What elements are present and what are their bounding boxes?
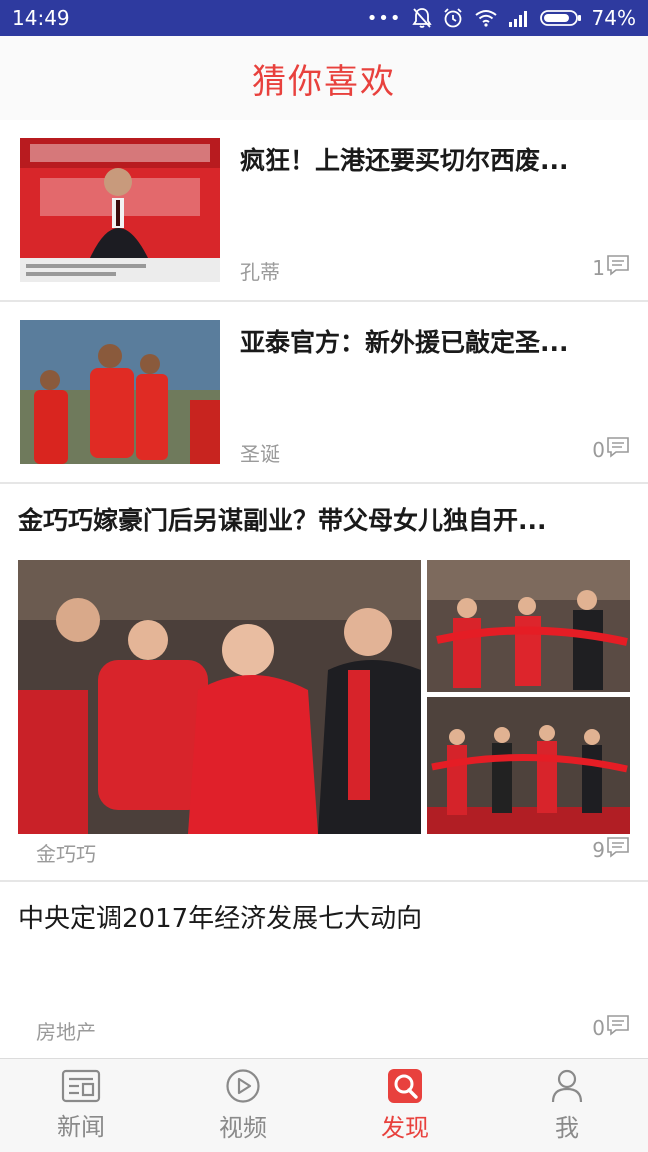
- news-feed[interactable]: 疯狂！上港还要买切尔西废... 孔蒂 1 亚泰官方：新外援已敲定圣... 圣诞 …: [0, 120, 648, 1058]
- news-icon: [61, 1069, 101, 1103]
- news-source: 圣诞: [240, 442, 280, 466]
- nav-label-news: 新闻: [57, 1113, 105, 1141]
- news-item[interactable]: 中央定调2017年经济发展七大动向 房地产 0: [0, 882, 648, 1058]
- user-icon: [550, 1068, 584, 1104]
- nav-label-discover: 发现: [381, 1114, 429, 1142]
- nav-item-video[interactable]: 视频: [162, 1059, 324, 1152]
- bottom-nav: 新闻 视频 发现 我: [0, 1058, 648, 1152]
- video-play-icon: [225, 1068, 261, 1104]
- comment-count-value: 0: [592, 437, 605, 462]
- news-item[interactable]: 亚泰官方：新外援已敲定圣... 圣诞 0: [0, 302, 648, 484]
- comment-count[interactable]: 1: [592, 254, 630, 281]
- bell-muted-icon: [411, 7, 432, 29]
- comment-count[interactable]: 0: [592, 1014, 630, 1041]
- battery-icon: [539, 9, 582, 27]
- news-image-main: [18, 560, 421, 834]
- news-source: 孔蒂: [240, 260, 280, 284]
- news-title[interactable]: 疯狂！上港还要买切尔西废...: [240, 144, 620, 178]
- wifi-icon: [474, 9, 498, 27]
- nav-label-me: 我: [555, 1114, 579, 1142]
- alarm-icon: [442, 7, 464, 29]
- news-title[interactable]: 中央定调2017年经济发展七大动向: [18, 902, 630, 936]
- nav-item-news[interactable]: 新闻: [0, 1059, 162, 1152]
- comment-icon: [606, 1014, 630, 1041]
- nav-label-video: 视频: [219, 1114, 267, 1142]
- comment-count-value: 1: [592, 255, 605, 280]
- news-source: 房地产: [36, 1020, 96, 1044]
- signal-icon: [508, 9, 530, 27]
- page-title: 猜你喜欢: [252, 61, 396, 102]
- news-title[interactable]: 亚泰官方：新外援已敲定圣...: [240, 326, 620, 360]
- news-image-side: [427, 697, 630, 834]
- more-dots-icon: •••: [366, 7, 402, 29]
- comment-count-value: 9: [592, 837, 605, 862]
- news-item[interactable]: 疯狂！上港还要买切尔西废... 孔蒂 1: [0, 120, 648, 302]
- status-bar: 14:49 ••• 74%: [0, 0, 648, 36]
- nav-item-me[interactable]: 我: [486, 1059, 648, 1152]
- comment-count[interactable]: 9: [592, 836, 630, 863]
- news-thumbnail: [20, 138, 220, 282]
- nav-item-discover[interactable]: 发现: [324, 1059, 486, 1152]
- news-thumbnail: [20, 320, 220, 464]
- battery-percent: 74%: [591, 6, 636, 30]
- news-source: 金巧巧: [36, 842, 96, 866]
- comment-icon: [606, 436, 630, 463]
- status-time: 14:49: [12, 6, 70, 30]
- page-header: 猜你喜欢: [0, 36, 648, 120]
- comment-icon: [606, 254, 630, 281]
- comment-count[interactable]: 0: [592, 436, 630, 463]
- comment-count-value: 0: [592, 1015, 605, 1040]
- news-item[interactable]: 金巧巧嫁豪门后另谋副业？带父母女儿独自开... 金巧巧 9: [0, 484, 648, 882]
- news-title[interactable]: 金巧巧嫁豪门后另谋副业？带父母女儿独自开...: [18, 504, 630, 538]
- news-image-side: [427, 560, 630, 692]
- status-icons: ••• 74%: [367, 6, 636, 30]
- comment-icon: [606, 836, 630, 863]
- discover-search-icon: [387, 1068, 423, 1104]
